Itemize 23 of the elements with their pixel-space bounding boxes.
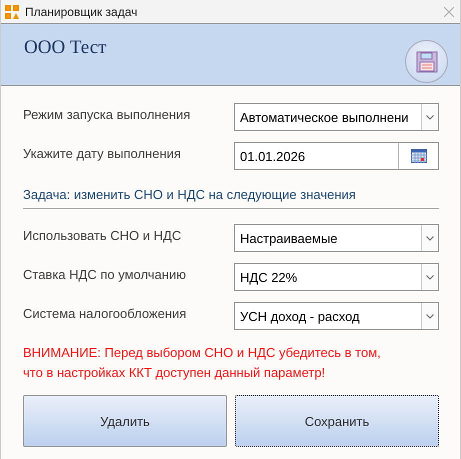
field-label: Режим запуска выполнения (23, 107, 190, 122)
warning-text: ВНИМАНИЕ: Перед выбором СНО и НДС убедитесь в том, что в настройках ККТ доступен данный параметр! (23, 344, 382, 382)
action-button[interactable]: Сохранить (235, 395, 439, 447)
company-title: ООО Тест (24, 37, 106, 59)
close-icon[interactable] (444, 6, 454, 16)
field-label: Система налогообложения (23, 306, 186, 321)
dropdown-caret-icon[interactable] (421, 264, 438, 290)
field-label: Укажите дату выполнения (23, 146, 181, 161)
dropdown-field[interactable]: УСН доход - расход (234, 302, 439, 330)
field-label: Использовать СНО и НДС (23, 228, 182, 243)
dropdown-caret-icon[interactable] (421, 303, 438, 329)
dropdown-caret-icon[interactable] (421, 104, 438, 130)
field-label: Ставка НДС по умолчанию (23, 267, 186, 282)
save-button[interactable] (405, 40, 448, 83)
section-title: Задача: изменить СНО и НДС на следующие значения (23, 181, 439, 209)
dropdown-field[interactable]: Автоматическое выполнени (234, 103, 439, 131)
dropdown-caret-icon[interactable] (421, 225, 438, 251)
window-title: Планировщик задач (25, 4, 138, 18)
action-button[interactable]: Удалить (23, 395, 227, 447)
dropdown-field[interactable]: Настраиваемые (234, 224, 439, 252)
app-logo-icon (4, 4, 20, 20)
dropdown-field[interactable]: НДС 22% (234, 263, 439, 291)
date-field[interactable]: 01.01.2026 (234, 142, 439, 170)
